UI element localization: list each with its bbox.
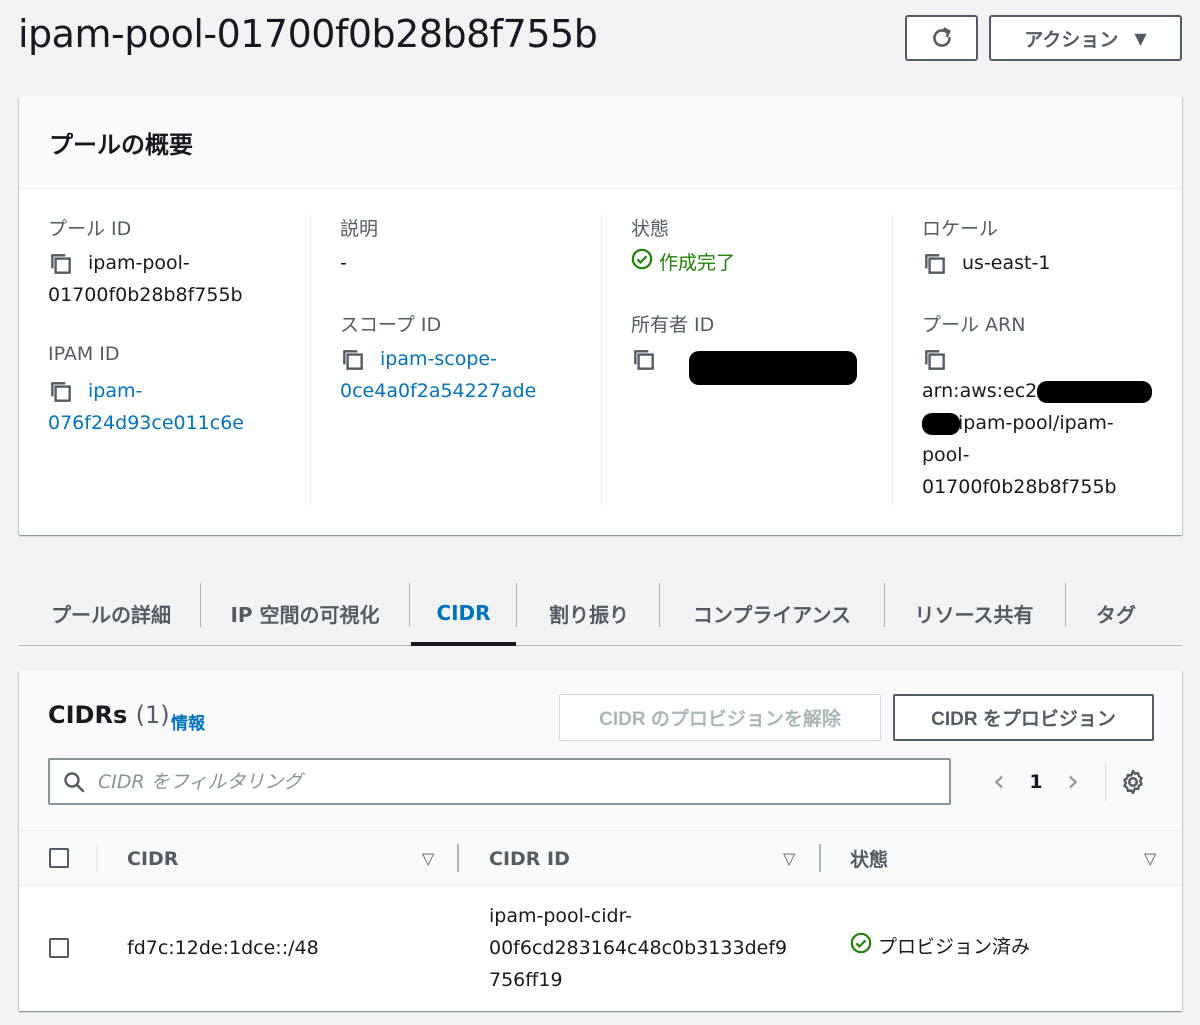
current-page[interactable]: 1 — [1019, 771, 1053, 793]
column-separator[interactable] — [819, 844, 821, 872]
pool-summary-panel: プールの概要 プール ID ipam-pool- 01700f0b28b8f75… — [19, 97, 1182, 535]
locale-value: us-east-1 — [922, 247, 1050, 279]
row-cidr-id: ipam-pool-cidr- 00f6cd283164c48c0b3133de… — [489, 905, 788, 991]
search-icon — [64, 771, 85, 792]
cidrs-panel: CIDRs (1) 情報 CIDR のプロビジョンを解除 CIDR をプロビジョ… — [19, 671, 1182, 1011]
tab-bar: プールの詳細 IP 空間の可視化 CIDR 割り振り コンプライアンス リソース… — [19, 580, 1182, 646]
copy-icon[interactable] — [48, 379, 74, 405]
sort-caret-icon[interactable]: ▽ — [422, 831, 434, 886]
pool-id-value-line1: ipam-pool- — [88, 252, 190, 274]
table-header: CIDR ▽ CIDR ID ▽ 状態 ▽ — [19, 831, 1182, 886]
tab-cidr[interactable]: CIDR — [411, 580, 516, 646]
description-label: 説明 — [340, 218, 379, 240]
ipam-id-link[interactable]: ipam- 076f24d93ce011c6e — [48, 380, 244, 434]
tab-tags[interactable]: タグ — [1075, 580, 1157, 646]
check-circle-icon — [631, 248, 653, 280]
summary-col-locale: ロケール us-east-1 プール ARN arn:aws:ec2:: ipa… — [922, 189, 1172, 535]
pool-arn-line1: arn:aws:ec2:: — [922, 380, 1051, 402]
redacted-owner-id — [689, 351, 857, 385]
pool-arn-copy — [922, 343, 962, 375]
cidrs-title: CIDRs (1) — [48, 701, 170, 729]
ipam-id-label: IPAM ID — [48, 343, 120, 365]
chevron-right-icon[interactable]: › — [1053, 758, 1093, 805]
locale-label: ロケール — [922, 218, 999, 240]
chevron-left-icon[interactable]: ‹ — [979, 758, 1019, 805]
pool-id-label: プール ID — [48, 218, 132, 240]
owner-id-label: 所有者 ID — [631, 314, 715, 336]
pool-arn-label: プール ARN — [922, 314, 1026, 336]
pool-arn-line2: ipam-pool/ipam- — [958, 412, 1114, 434]
ipam-id-value: ipam- 076f24d93ce011c6e — [48, 375, 310, 439]
pool-arn-line3: pool- — [922, 444, 970, 466]
active-tab-indicator — [411, 642, 516, 646]
pool-arn-line4: 01700f0b28b8f755b — [922, 476, 1117, 498]
copy-icon[interactable] — [922, 251, 948, 277]
tab-pool-details[interactable]: プールの詳細 — [31, 580, 191, 646]
actions-button-label: アクション — [1024, 28, 1119, 51]
copy-icon[interactable] — [340, 347, 366, 373]
sort-caret-icon[interactable]: ▽ — [1144, 831, 1156, 886]
redacted-account-id — [1037, 381, 1152, 403]
check-circle-icon — [850, 932, 872, 964]
pool-summary-heading: プールの概要 — [49, 131, 193, 159]
summary-divider — [310, 215, 311, 505]
refresh-button[interactable] — [905, 15, 978, 61]
copy-icon[interactable] — [631, 347, 657, 373]
pool-id-value-line2: 01700f0b28b8f755b — [48, 284, 243, 306]
pool-summary-header: プールの概要 — [19, 97, 1182, 189]
cidrs-count: (1) — [135, 701, 170, 729]
redacted-account-id — [922, 413, 960, 435]
state-label: 状態 — [631, 218, 670, 240]
pager-separator — [1105, 763, 1106, 801]
summary-divider — [892, 215, 893, 505]
scope-id-label: スコープ ID — [340, 314, 442, 336]
actions-button[interactable]: アクション ▼ — [989, 15, 1182, 61]
column-header-cidr-id[interactable]: CIDR ID — [489, 831, 570, 886]
refresh-icon — [932, 27, 951, 47]
cidr-filter-input[interactable] — [98, 770, 918, 793]
page-title: ipam-pool-01700f0b28b8f755b — [18, 12, 598, 56]
state-value: 作成完了 — [631, 247, 735, 280]
tab-resource-sharing[interactable]: リソース共有 — [889, 580, 1059, 646]
summary-col-pool: プール ID ipam-pool- 01700f0b28b8f755b IPAM… — [48, 189, 310, 535]
info-link[interactable]: 情報 — [171, 709, 205, 734]
owner-id-value — [631, 343, 671, 375]
row-cidr: fd7c:12de:1dce::/48 — [127, 937, 319, 959]
tab-compliance[interactable]: コンプライアンス — [667, 580, 877, 646]
description-value: - — [340, 252, 347, 274]
scope-id-link[interactable]: ipam-scope- 0ce4a0f2a54227ade — [340, 348, 536, 402]
pool-id-value: ipam-pool- 01700f0b28b8f755b — [48, 247, 310, 311]
caret-down-icon: ▼ — [1134, 28, 1147, 48]
column-header-state[interactable]: 状態 — [850, 831, 888, 886]
summary-col-description: 説明 - スコープ ID ipam-scope- 0ce4a0f2a54227ad… — [340, 189, 602, 535]
deprovision-cidr-button[interactable]: CIDR のプロビジョンを解除 — [559, 694, 881, 741]
tab-separator — [659, 583, 660, 627]
column-separator[interactable] — [457, 844, 459, 872]
tab-separator — [1065, 583, 1066, 627]
summary-divider — [601, 215, 602, 505]
cidr-filter[interactable] — [48, 758, 951, 805]
summary-col-state: 状態 作成完了 所有者 ID — [631, 189, 893, 535]
sort-caret-icon[interactable]: ▽ — [783, 831, 795, 886]
tab-allocations[interactable]: 割り振り — [524, 580, 654, 646]
tab-separator — [516, 583, 517, 627]
table-row[interactable]: fd7c:12de:1dce::/48 ipam-pool-cidr- 00f6… — [19, 887, 1182, 1011]
pagination: ‹ 1 › — [979, 758, 1093, 805]
provision-cidr-button[interactable]: CIDR をプロビジョン — [893, 694, 1154, 741]
gear-icon[interactable] — [1119, 768, 1147, 800]
tab-ip-space-visualization[interactable]: IP 空間の可視化 — [209, 580, 401, 646]
column-separator — [96, 844, 98, 872]
tab-separator — [200, 583, 201, 627]
scope-id-value: ipam-scope- 0ce4a0f2a54227ade — [340, 343, 602, 407]
row-checkbox[interactable] — [49, 938, 69, 958]
cidrs-header: CIDRs (1) 情報 CIDR のプロビジョンを解除 CIDR をプロビジョ… — [19, 671, 1182, 831]
copy-icon[interactable] — [922, 347, 948, 373]
tab-separator — [884, 583, 885, 627]
column-header-cidr[interactable]: CIDR — [127, 831, 178, 886]
tab-separator — [409, 583, 410, 627]
select-all-checkbox[interactable] — [49, 848, 69, 868]
row-state: プロビジョン済み — [850, 931, 1030, 964]
copy-icon[interactable] — [48, 251, 74, 277]
